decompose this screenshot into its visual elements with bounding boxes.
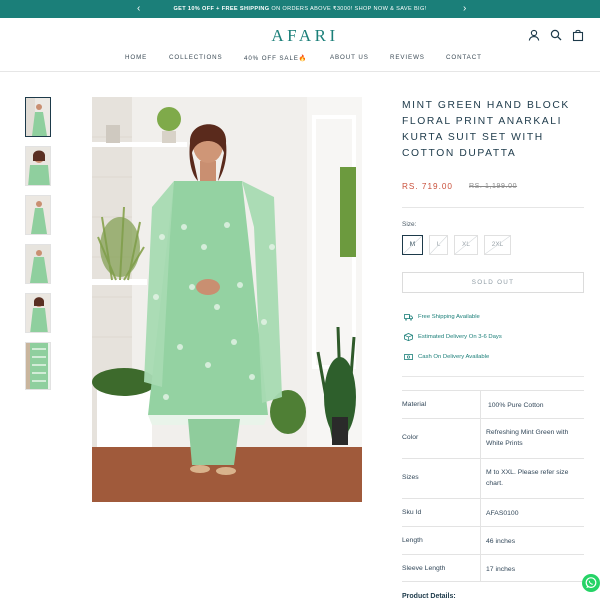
truck-icon [404,314,413,321]
spec-value: 17 inches [486,566,516,573]
nav-collections[interactable]: COLLECTIONS [169,54,223,61]
announcement-bar: ‹ GET 10% OFF + FREE SHIPPING ON ORDERS … [0,0,600,18]
column-divider [480,391,481,418]
spec-label: Length [402,537,423,544]
divider [402,376,584,377]
gallery-thumbnail[interactable] [25,342,51,390]
size-option-xl[interactable]: XL [454,235,478,255]
column-divider [480,527,481,554]
product-price: RS. 719.00 [402,182,453,191]
product-title: MINT GREEN HAND BLOCK FLORAL PRINT ANARK… [402,100,570,159]
spec-label: Sleeve Length [402,565,446,572]
spec-label: Material [402,401,427,408]
column-divider [480,499,481,526]
nav-contact[interactable]: CONTACT [446,54,482,61]
size-option-m[interactable]: M [402,235,423,255]
nav-about-us[interactable]: ABOUT US [330,54,369,61]
announcement-rest: ON ORDERS ABOVE ₹3000! SHOP NOW & SAVE B… [269,6,427,12]
chevron-left-icon[interactable]: ‹ [137,0,140,18]
logo[interactable]: AFARI [250,26,360,46]
size-label: Size: [402,221,417,228]
feature-text: Free Shipping Available [418,314,480,320]
spec-label: Color [402,434,419,441]
table-row: Length 46 inches [402,526,584,554]
account-icon[interactable] [527,28,541,42]
nav-home[interactable]: HOME [125,54,147,61]
chevron-right-icon[interactable]: › [463,0,466,18]
spec-label: Sizes [402,474,419,481]
gallery-thumbnail[interactable] [25,293,51,333]
gallery-thumbnail[interactable] [25,195,51,235]
gallery-thumbnail[interactable] [25,244,51,284]
spec-value: 100% Pure Cotton [488,402,544,409]
table-row: Material 100% Pure Cotton [402,390,584,418]
column-divider [480,459,481,498]
compare-price: RS. 1,199.00 [469,183,518,190]
product-details-heading: Product Details: [402,593,456,600]
gallery-thumbnail[interactable] [25,146,51,186]
divider [402,207,584,208]
table-row: Sleeve Length 17 inches [402,554,584,582]
product-main-image[interactable] [92,97,362,502]
whatsapp-icon [585,577,597,589]
site-header: AFARI HOME COLLECTIONS 40% OFF SALE🔥 ABO… [0,18,600,72]
announcement-bold: GET 10% OFF + FREE SHIPPING [173,6,270,12]
box-icon [404,333,413,341]
table-row: Color Refreshing Mint Green with White P… [402,418,584,458]
spec-value: M to XXL. Please refer size chart. [486,469,569,487]
column-divider [480,555,481,581]
nav-sale[interactable]: 40% OFF SALE🔥 [244,54,307,62]
spec-value: 46 inches [486,538,516,545]
search-icon[interactable] [549,28,563,42]
whatsapp-button[interactable] [582,574,600,592]
feature-text: Estimated Delivery On 3-6 Days [418,334,502,340]
table-row: Sizes M to XXL. Please refer size chart. [402,458,584,498]
cash-icon [404,354,413,360]
size-option-2xl[interactable]: 2XL [484,235,511,255]
gallery-thumbnail[interactable] [25,97,51,137]
size-option-l[interactable]: L [429,235,448,255]
feature-text: Cash On Delivery Available [418,354,490,360]
table-row: Sku Id AFAS0100 [402,498,584,526]
column-divider [480,419,481,458]
sold-out-button[interactable]: SOLD OUT [402,272,584,293]
spec-value: AFAS0100 [486,510,519,517]
bag-icon[interactable] [571,28,585,42]
spec-value: Refreshing Mint Green with White Prints [486,429,569,447]
nav-reviews[interactable]: REVIEWS [390,54,425,61]
spec-label: Sku Id [402,509,422,516]
announcement-text: GET 10% OFF + FREE SHIPPING ON ORDERS AB… [150,0,450,18]
